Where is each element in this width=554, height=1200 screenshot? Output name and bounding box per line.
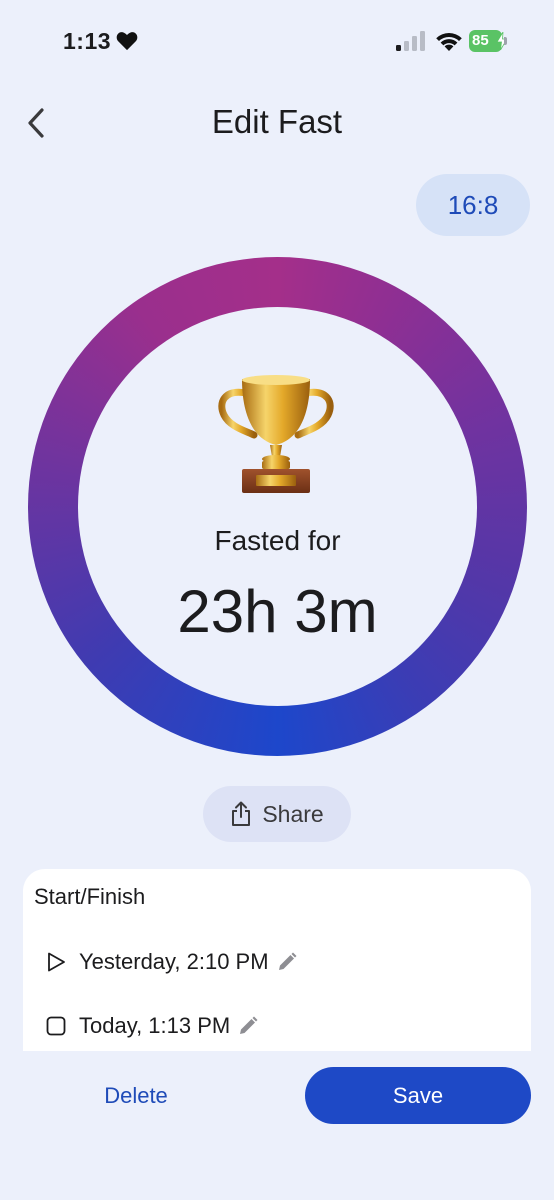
stop-icon <box>46 1016 66 1036</box>
battery-cap <box>504 37 507 45</box>
page-title: Edit Fast <box>211 103 343 140</box>
fast-progress-ring: Fasted for 23h 3m <box>28 257 527 756</box>
heart-icon <box>116 32 138 51</box>
share-button[interactable]: Share <box>203 786 351 842</box>
wifi-icon <box>436 33 462 51</box>
battery-charging-icon: 85 <box>469 30 509 52</box>
pencil-icon[interactable] <box>277 952 297 972</box>
fasted-for-label: Fasted for <box>214 525 341 556</box>
cellular-signal-icon <box>396 31 425 51</box>
start-finish-card: Start/Finish Yesterday, 2:10 PM Today, 1… <box>23 869 531 1051</box>
fasting-plan-chip[interactable]: 16:8 <box>416 174 530 236</box>
share-icon <box>232 801 251 826</box>
start-time-label: Yesterday, 2:10 PM <box>79 949 269 974</box>
save-button[interactable]: Save <box>305 1067 531 1124</box>
card-title: Start/Finish <box>34 884 146 909</box>
ring-center <box>78 307 477 706</box>
status-time: 1:13 <box>63 28 112 54</box>
start-time-row[interactable]: Yesterday, 2:10 PM <box>45 947 297 977</box>
trophy-icon <box>218 375 334 493</box>
play-icon <box>48 952 65 972</box>
delete-button[interactable]: Delete <box>60 1068 212 1124</box>
finish-time-row[interactable]: Today, 1:13 PM <box>45 1011 258 1041</box>
finish-time-label: Today, 1:13 PM <box>79 1013 231 1038</box>
status-bar: 1:13 85 <box>0 0 554 84</box>
pencil-icon[interactable] <box>238 1016 258 1036</box>
fasted-duration: 23h 3m <box>177 578 378 645</box>
share-label: Share <box>262 800 324 827</box>
